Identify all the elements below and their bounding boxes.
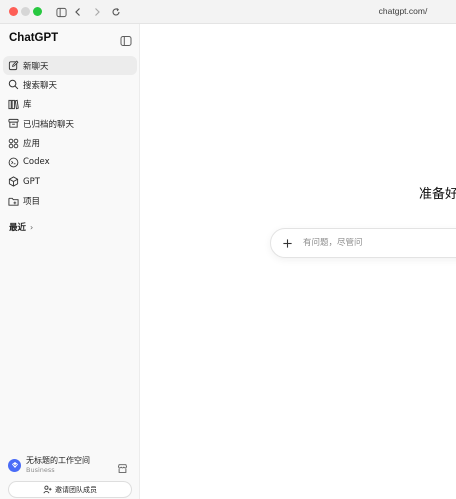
sidebar-item-archived-chats[interactable]: 已归档的聊天 [3,114,137,133]
plus-icon[interactable] [280,236,294,250]
new-chat-icon [8,60,19,71]
welcome-headline: 准备好 [419,187,456,202]
minimize-window-button[interactable] [21,7,30,16]
sidebar-item-library[interactable]: 库 [3,95,137,114]
recent-label: 最近 [9,223,27,233]
workspace-switcher[interactable]: 无标题的工作空间 Business [8,455,132,475]
library-icon [8,99,19,110]
workspace-info: 无标题的工作空间 Business [26,456,90,474]
chat-composer [270,228,456,258]
browser-titlebar: chatgpt.com/ [0,0,456,24]
sidebar-item-search-chats[interactable]: 搜索聊天 [3,75,137,94]
forward-arrow-icon[interactable] [89,4,105,20]
sidebar-item-label: 新聊天 [23,61,49,72]
archive-icon [8,118,19,129]
close-sidebar-icon[interactable] [120,32,132,46]
sidebar-item-projects[interactable]: 项目 [3,192,137,211]
store-icon[interactable] [117,459,128,473]
codex-icon [8,157,19,168]
sidebar-item-label: 项目 [23,197,41,208]
chat-input[interactable] [303,238,456,248]
sidebar-item-new-chat[interactable]: 新聊天 [3,56,137,75]
sidebar-item-label: GPT [23,176,40,187]
invite-team-button[interactable]: 邀请团队成员 [8,481,132,498]
apps-icon [8,138,19,149]
sidebar-item-codex[interactable]: Codex [3,153,137,172]
gpt-cube-icon [8,176,19,187]
sidebar-item-label: Codex [23,157,50,168]
brand-title[interactable]: ChatGPT [9,32,58,44]
add-member-icon [43,485,52,494]
sidebar-item-label: 已归档的聊天 [23,119,75,130]
sidebar-item-label: 应用 [23,139,41,150]
chevron-right-icon: › [30,222,34,232]
recent-section-toggle[interactable]: 最近 › [9,221,34,234]
workspace-logo-icon [8,458,21,472]
sidebar-nav: 新聊天 搜索聊天 库 已归档的聊天 应用 Codex GPT 项目 [3,56,137,211]
sidebar-item-apps[interactable]: 应用 [3,134,137,153]
sidebar-item-gpt[interactable]: GPT [3,172,137,191]
close-window-button[interactable] [9,7,18,16]
folder-icon [8,196,19,207]
sidebar: ChatGPT 新聊天 搜索聊天 库 已归档的聊天 应用 Codex GPT 项… [0,24,140,499]
sidebar-item-label: 搜索聊天 [23,80,58,91]
address-bar[interactable]: chatgpt.com/ [300,6,456,16]
search-icon [8,79,19,90]
main-panel: 准备好 [141,24,456,499]
workspace-name: 无标题的工作空间 [26,456,90,465]
sidebar-toggle-icon[interactable] [53,4,69,20]
back-arrow-icon[interactable] [70,4,86,20]
zoom-window-button[interactable] [33,7,42,16]
reload-icon[interactable] [108,4,124,20]
sidebar-item-label: 库 [23,100,32,111]
workspace-plan: Business [26,466,55,474]
invite-team-label: 邀请团队成员 [55,485,97,494]
